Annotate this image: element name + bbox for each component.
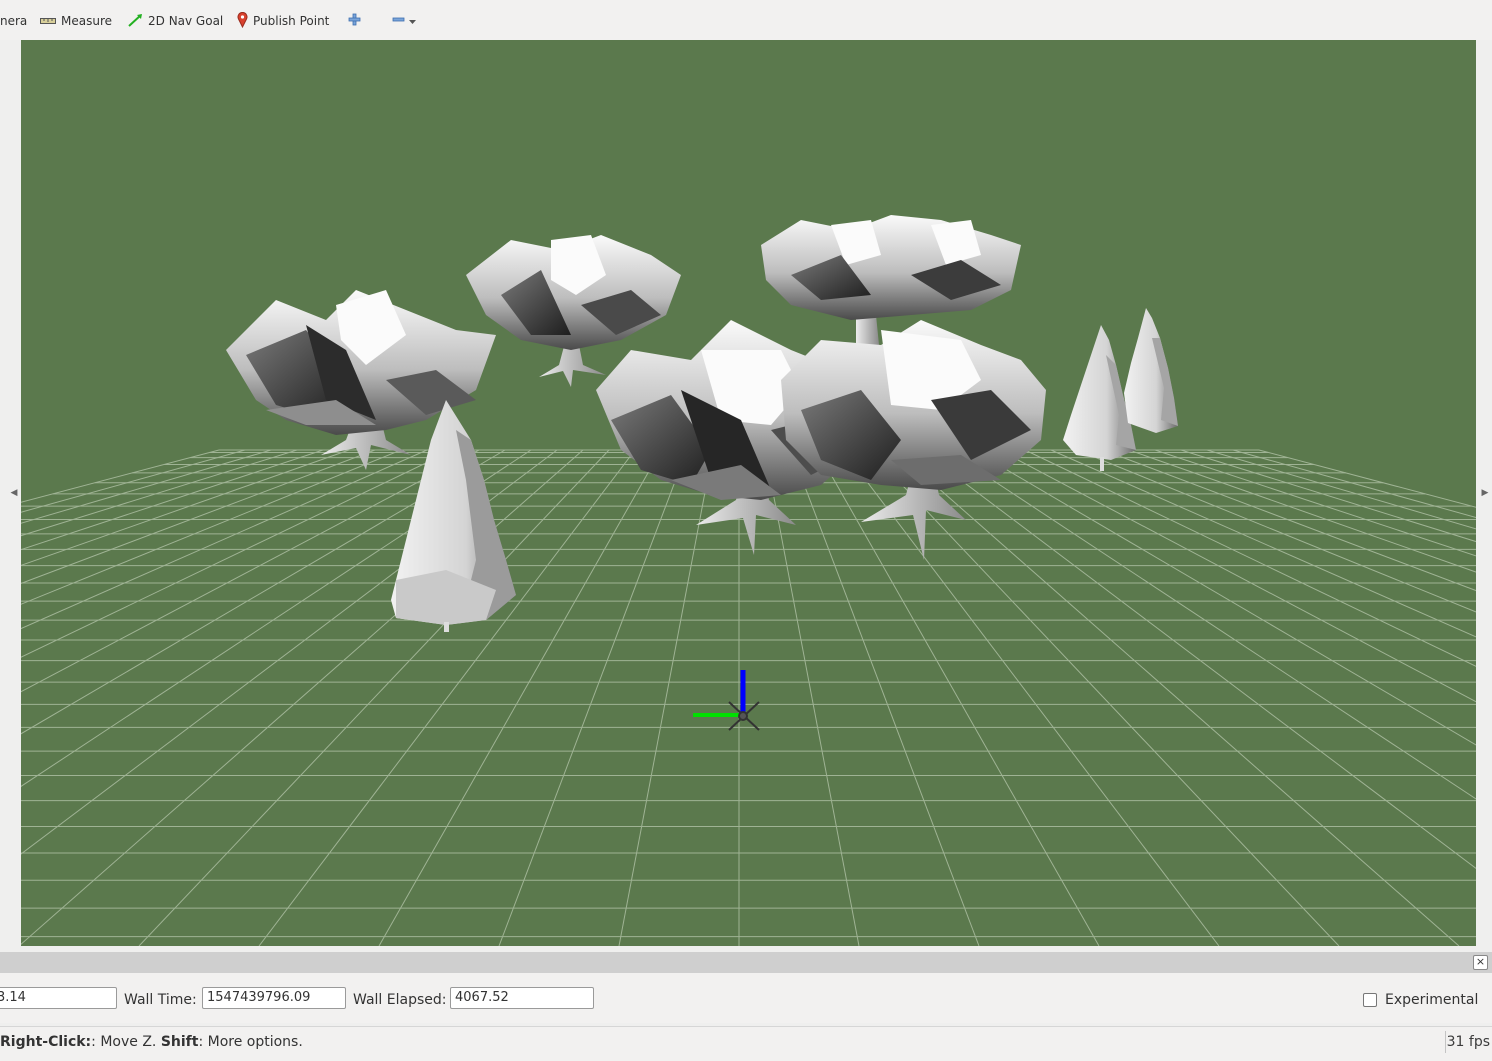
grid-line <box>21 449 246 513</box>
ros-elapsed-field[interactable]: 3.14 <box>0 987 117 1009</box>
grid-line <box>790 449 980 946</box>
grid-line <box>764 449 860 946</box>
wall-time-field[interactable]: 1547439796.09 <box>202 987 346 1009</box>
time-panel-header: × <box>0 952 1492 973</box>
experimental-label: Experimental <box>1385 992 1479 1008</box>
nav-goal-tool-label: 2D Nav Goal <box>148 14 224 28</box>
grid-line <box>21 449 350 566</box>
ruler-icon <box>40 14 56 28</box>
grid-line <box>138 449 610 946</box>
status-bar: Right-Click:: Move Z. Shift: More option… <box>0 1026 1492 1061</box>
grid-line <box>21 449 454 658</box>
tree-broadleaf-front-right <box>781 320 1046 560</box>
close-icon[interactable]: × <box>1473 955 1488 970</box>
status-hint-bold-2: Shift <box>160 1034 199 1050</box>
time-panel: 3.14 Wall Time: 1547439796.09 Wall Elaps… <box>0 973 1492 1023</box>
chevron-down-icon <box>409 14 417 28</box>
measure-tool-label: Measure <box>61 14 112 28</box>
status-hint-text-2: : More options. <box>198 1034 303 1050</box>
camera-tool[interactable]: nera <box>0 12 27 30</box>
wall-elapsed-label: Wall Elapsed: <box>353 992 447 1008</box>
tree-pine-right-2 <box>1124 308 1178 433</box>
nav-goal-tool[interactable]: 2D Nav Goal <box>128 12 223 30</box>
grid-line <box>1232 449 1476 519</box>
plus-icon <box>348 13 361 29</box>
status-hint: Right-Click:: Move Z. Shift: More option… <box>0 1034 303 1050</box>
grid-line <box>920 449 1476 869</box>
grid-line <box>894 449 1460 946</box>
publish-point-tool[interactable]: Publish Point <box>237 11 330 31</box>
grid-line <box>868 449 1340 946</box>
grid-line <box>21 449 376 584</box>
wall-elapsed-field[interactable]: 4067.52 <box>450 987 594 1009</box>
status-hint-text-1: : Move Z. <box>91 1034 161 1050</box>
tree-pine-front <box>391 400 516 632</box>
grid-line <box>21 449 324 551</box>
scene-canvas <box>21 215 1476 946</box>
robot-axes <box>693 670 760 731</box>
collapse-left-arrow-icon[interactable]: ◀ <box>9 488 19 498</box>
render-viewport[interactable] <box>21 40 1476 946</box>
grid-line <box>21 449 220 503</box>
wall-time-label: Wall Time: <box>124 992 197 1008</box>
measure-tool[interactable]: Measure <box>40 12 112 30</box>
toolbar: nera Measure 2D Nav Goal Publish Point <box>0 0 1492 40</box>
minus-icon <box>392 13 405 29</box>
grid-line <box>1180 449 1476 543</box>
grid-line <box>1154 449 1476 557</box>
remove-tool-button[interactable] <box>392 12 417 30</box>
grid-line <box>21 449 298 537</box>
experimental-checkbox[interactable] <box>1363 993 1377 1007</box>
add-tool-button[interactable] <box>348 12 361 30</box>
grid-line <box>1258 449 1476 508</box>
grid-line <box>21 449 584 945</box>
grid-line <box>1076 449 1476 613</box>
green-arrow-icon <box>128 13 143 30</box>
fps-counter: 31 fps <box>1445 1031 1492 1053</box>
grid-line <box>21 449 402 605</box>
grid-line <box>498 449 688 946</box>
tree-broadleaf-right-back <box>761 215 1021 350</box>
camera-tool-label: nera <box>0 14 28 28</box>
map-pin-icon <box>237 11 248 31</box>
collapse-right-arrow-icon[interactable]: ▶ <box>1480 488 1490 498</box>
publish-point-tool-label: Publish Point <box>253 14 330 28</box>
grid-line <box>998 449 1476 703</box>
grid-line <box>816 449 1100 946</box>
grid-line <box>972 449 1476 746</box>
grid-line <box>842 449 1220 946</box>
status-hint-bold-1: Right-Click: <box>0 1034 92 1050</box>
grid-line <box>1050 449 1476 638</box>
